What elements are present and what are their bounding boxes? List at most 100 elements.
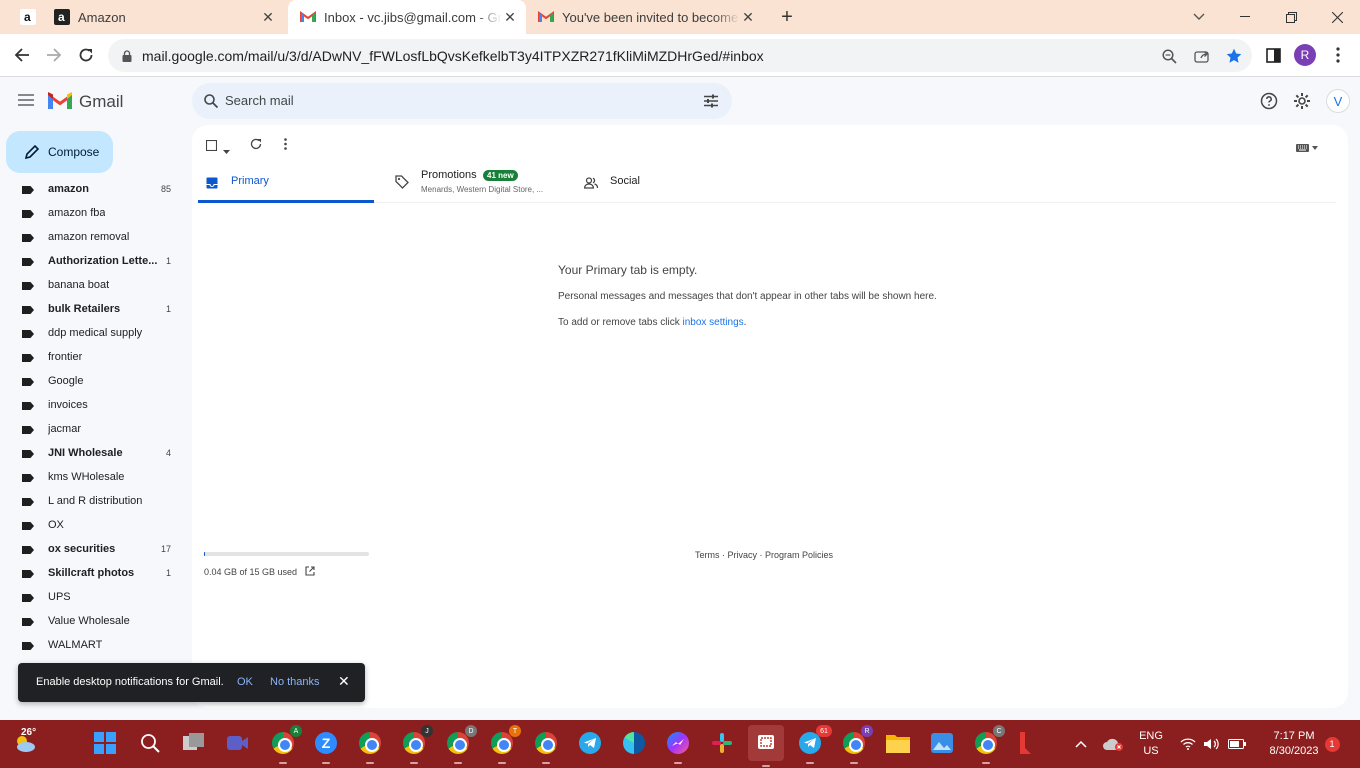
snackbar-no-thanks-button[interactable]: No thanks bbox=[270, 676, 320, 688]
sidebar-label-item[interactable]: OX bbox=[0, 513, 188, 537]
onedrive-icon[interactable] bbox=[1100, 720, 1126, 768]
search-input[interactable]: Search mail bbox=[225, 93, 294, 108]
inbox-settings-link[interactable]: inbox settings bbox=[683, 317, 744, 328]
search-icon[interactable] bbox=[204, 94, 219, 113]
restore-button[interactable] bbox=[1268, 0, 1314, 34]
browser-tab-invite[interactable]: You've been invited to become a ✕ bbox=[528, 0, 764, 34]
select-all-checkbox[interactable] bbox=[205, 138, 218, 156]
sidebar-label-item[interactable]: Value Wholesale bbox=[0, 609, 188, 633]
select-dropdown-icon[interactable] bbox=[223, 141, 230, 159]
external-link-icon[interactable] bbox=[305, 566, 315, 578]
privacy-link[interactable]: Privacy bbox=[728, 550, 758, 560]
tab-social[interactable]: Social bbox=[574, 161, 750, 203]
bookmark-star-icon[interactable] bbox=[1225, 47, 1243, 65]
sidebar-label-item[interactable]: Authorization Lette... 1 bbox=[0, 249, 188, 273]
close-icon[interactable]: ✕ bbox=[740, 9, 756, 25]
app-red-icon[interactable] bbox=[1010, 728, 1040, 758]
chrome-profile-j-icon[interactable]: J bbox=[399, 725, 433, 764]
more-options-icon[interactable] bbox=[284, 137, 287, 155]
minimize-button[interactable] bbox=[1222, 0, 1268, 34]
snipping-tool-icon[interactable] bbox=[748, 725, 784, 767]
browser-tab-gmail-inbox[interactable]: Inbox - vc.jibs@gmail.com - Gmail ✕ bbox=[288, 0, 526, 34]
account-avatar[interactable]: V bbox=[1326, 89, 1350, 113]
sidebar-label-item[interactable]: frontier bbox=[0, 345, 188, 369]
meet-camera-icon[interactable] bbox=[223, 728, 253, 758]
browser-tab-amazon[interactable]: a a Amazon ✕ bbox=[8, 0, 284, 34]
chrome-profile-c-icon[interactable]: C bbox=[971, 725, 1005, 764]
chrome-profile-r-icon[interactable]: R bbox=[839, 725, 873, 764]
chrome-profile-a-icon[interactable]: A bbox=[268, 725, 302, 764]
messenger-icon[interactable] bbox=[663, 728, 693, 764]
task-view-icon[interactable] bbox=[179, 728, 209, 758]
photos-icon[interactable] bbox=[927, 728, 957, 758]
sidebar-label-item[interactable]: jacmar bbox=[0, 417, 188, 441]
gmail-logo-icon[interactable] bbox=[48, 92, 72, 115]
sidebar-label-item[interactable]: Skillcraft photos 1 bbox=[0, 561, 188, 585]
help-icon[interactable] bbox=[1260, 92, 1278, 115]
zoom-app-icon[interactable]: Z bbox=[311, 728, 341, 764]
new-tab-button[interactable]: + bbox=[770, 0, 804, 34]
chrome-green-profile-icon[interactable] bbox=[531, 728, 561, 764]
sidebar-label-item[interactable]: WALMART bbox=[0, 633, 188, 657]
volume-icon[interactable] bbox=[1202, 720, 1222, 768]
close-icon[interactable]: ✕ bbox=[338, 673, 350, 690]
sidebar-label-item[interactable]: UPS bbox=[0, 585, 188, 609]
program-policies-link[interactable]: Program Policies bbox=[765, 550, 833, 560]
refresh-icon[interactable] bbox=[250, 137, 262, 155]
slack-icon[interactable] bbox=[707, 728, 737, 758]
chrome-profile-icon[interactable] bbox=[355, 728, 385, 764]
zoom-icon[interactable] bbox=[1160, 47, 1178, 65]
lock-icon[interactable] bbox=[118, 47, 136, 65]
edge-icon[interactable] bbox=[619, 728, 649, 758]
browser-menu-icon[interactable] bbox=[1323, 40, 1353, 70]
promotions-new-badge: 41 new bbox=[483, 170, 518, 181]
sidebar-label-item[interactable]: bulk Retailers 1 bbox=[0, 297, 188, 321]
profile-avatar[interactable]: R bbox=[1290, 40, 1320, 70]
chrome-profile-d-icon[interactable]: D bbox=[443, 725, 477, 764]
settings-gear-icon[interactable] bbox=[1293, 92, 1311, 115]
search-options-icon[interactable] bbox=[704, 94, 718, 113]
back-button[interactable] bbox=[7, 40, 37, 70]
share-icon[interactable] bbox=[1193, 47, 1211, 65]
close-window-button[interactable] bbox=[1314, 0, 1360, 34]
tab-primary[interactable]: Primary bbox=[198, 161, 374, 203]
battery-icon[interactable] bbox=[1226, 720, 1248, 768]
snackbar-ok-button[interactable]: OK bbox=[237, 676, 253, 688]
notification-center[interactable]: 1 bbox=[1323, 720, 1341, 768]
sidebar-label-item[interactable]: ddp medical supply bbox=[0, 321, 188, 345]
terms-link[interactable]: Terms bbox=[695, 550, 720, 560]
telegram-desktop-icon[interactable]: 61 bbox=[795, 725, 832, 764]
main-menu-icon[interactable] bbox=[18, 93, 34, 111]
sidebar-label-item[interactable]: amazon 85 bbox=[0, 177, 188, 201]
weather-widget[interactable]: 26° bbox=[8, 727, 42, 758]
keyboard-input-icon[interactable] bbox=[1296, 139, 1318, 157]
sidebar-label-item[interactable]: amazon fba bbox=[0, 201, 188, 225]
search-bar[interactable]: Search mail bbox=[192, 83, 732, 119]
file-explorer-icon[interactable] bbox=[883, 728, 913, 758]
tab-promotions[interactable]: Promotions 41 new Menards, Western Digit… bbox=[374, 161, 564, 203]
reload-button[interactable] bbox=[71, 40, 101, 70]
forward-button[interactable] bbox=[39, 40, 69, 70]
clock[interactable]: 7:17 PM 8/30/2023 bbox=[1254, 720, 1334, 768]
sidebar-label-item[interactable]: L and R distribution bbox=[0, 489, 188, 513]
close-icon[interactable]: ✕ bbox=[260, 9, 276, 25]
chrome-profile-t-icon[interactable]: T bbox=[487, 725, 521, 764]
sidebar-label-item[interactable]: amazon removal bbox=[0, 225, 188, 249]
address-bar[interactable]: mail.google.com/mail/u/3/d/ADwNV_fFWLosf… bbox=[108, 39, 1252, 72]
wifi-icon[interactable] bbox=[1178, 720, 1198, 768]
sidebar-label-item[interactable]: invoices bbox=[0, 393, 188, 417]
sidebar-label-item[interactable]: banana boat bbox=[0, 273, 188, 297]
language-indicator[interactable]: ENG US bbox=[1134, 720, 1168, 768]
sidebar-label-item[interactable]: ox securities 17 bbox=[0, 537, 188, 561]
compose-button[interactable]: Compose bbox=[6, 131, 113, 173]
side-panel-icon[interactable] bbox=[1258, 40, 1288, 70]
tab-search-chevron-icon[interactable] bbox=[1176, 0, 1222, 34]
sidebar-label-item[interactable]: JNI Wholesale 4 bbox=[0, 441, 188, 465]
tray-chevron-up-icon[interactable] bbox=[1070, 720, 1092, 768]
search-icon[interactable] bbox=[135, 728, 165, 758]
sidebar-label-item[interactable]: Google bbox=[0, 369, 188, 393]
close-icon[interactable]: ✕ bbox=[502, 9, 518, 25]
telegram-icon[interactable] bbox=[575, 728, 605, 758]
sidebar-label-item[interactable]: kms WHolesale bbox=[0, 465, 188, 489]
windows-start-icon[interactable] bbox=[90, 728, 120, 758]
